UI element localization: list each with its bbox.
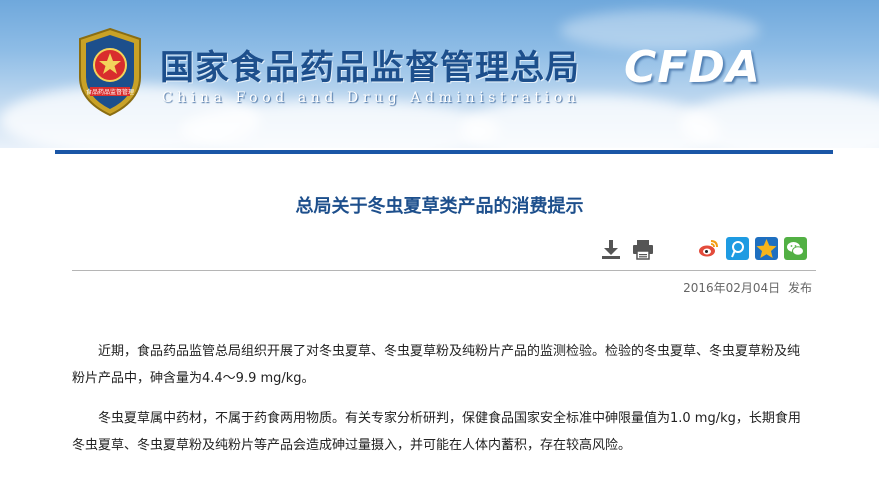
article-tools [600, 238, 654, 262]
cloud-decoration [680, 90, 879, 148]
cfda-emblem-logo: 食品药品监督管理 [79, 27, 141, 117]
article-paragraph: 近期，食品药品监管总局组织开展了对冬虫夏草、冬虫夏草粉及纯粉片产品的监测检验。检… [72, 344, 801, 386]
weibo-icon[interactable] [697, 237, 720, 260]
cfda-logo-text: CFDA [624, 42, 761, 93]
print-icon[interactable] [632, 238, 654, 260]
header-banner: 食品药品监督管理 国家食品药品监督管理总局 China Food and Dru… [0, 0, 879, 148]
download-icon[interactable] [600, 238, 622, 260]
publish-date: 2016年02月04日 [683, 281, 781, 295]
site-title-en: China Food and Drug Administration [162, 90, 581, 106]
share-bar [697, 237, 807, 260]
article-title: 总局关于冬虫夏草类产品的消费提示 [295, 196, 584, 217]
qzone-icon[interactable] [755, 237, 778, 260]
article-paragraph: 冬虫夏草属中药材，不属于药食两用物质。有关专家分析研判，保健食品国家安全标准中砷… [72, 411, 801, 453]
wechat-icon[interactable] [784, 237, 807, 260]
publish-info: 2016年02月04日 发布 [560, 279, 812, 296]
content-divider [72, 270, 816, 271]
site-title-cn: 国家食品药品监督管理总局 [160, 48, 580, 88]
header-divider-bar [55, 150, 833, 154]
tencent-weibo-icon[interactable] [726, 237, 749, 260]
svg-text:食品药品监督管理: 食品药品监督管理 [86, 88, 134, 96]
publish-label: 发布 [787, 281, 812, 295]
